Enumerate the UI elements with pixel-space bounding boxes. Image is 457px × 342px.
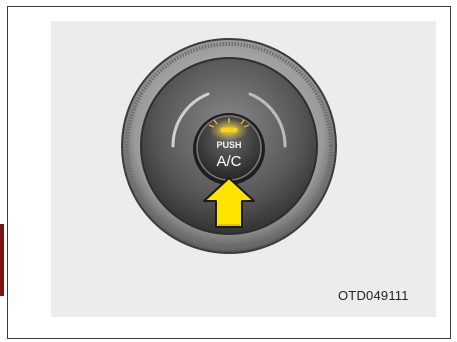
side-tab-marker bbox=[0, 224, 4, 296]
push-label: PUSH bbox=[216, 140, 241, 150]
page: PUSH A/C OTD049111 bbox=[0, 0, 457, 342]
indicator-light-icon bbox=[208, 118, 250, 141]
ac-label: A/C bbox=[216, 153, 241, 170]
figure-code: OTD049111 bbox=[338, 288, 409, 303]
ac-control-knob-illustration: PUSH A/C bbox=[121, 38, 337, 254]
